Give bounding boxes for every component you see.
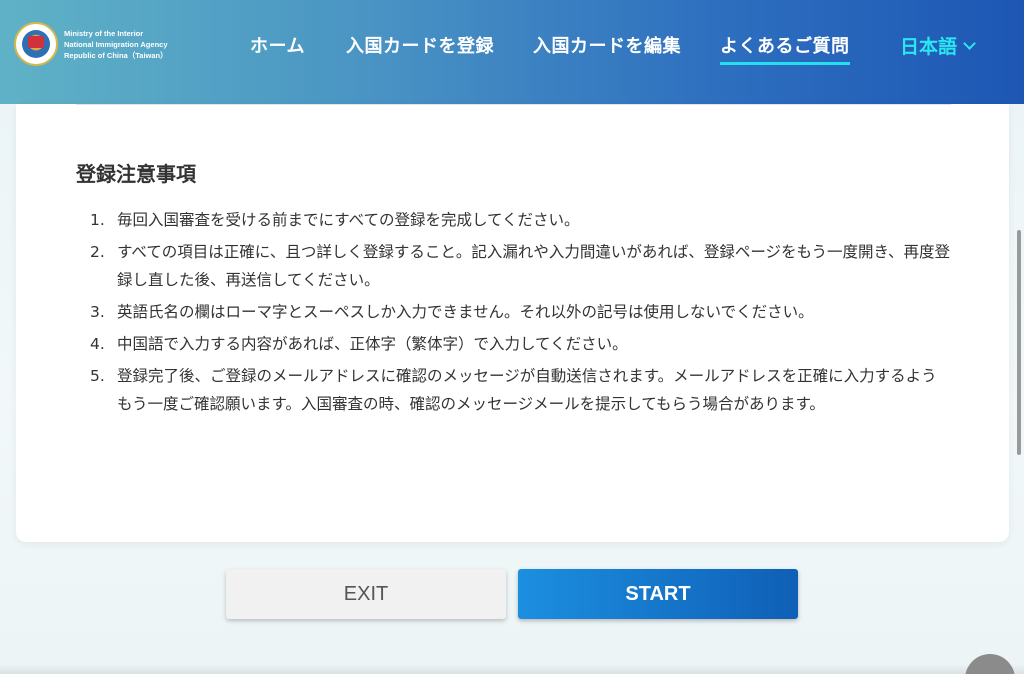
language-label: 日本語 (900, 36, 958, 58)
list-item: 2. すべての項目は正確に、且つ詳しく登録すること。記入漏れや入力間違いがあれば、… (90, 238, 950, 294)
notice-list: 1. 毎回入国審査を受ける前までにすべての登録を完成してください。 2. すべての項… (90, 206, 950, 422)
list-number: 2. (90, 243, 105, 261)
list-text: 中国語で入力する内容があれば、正体字（繁体字）で入力してください。 (117, 335, 628, 353)
nav-faq[interactable]: よくあるご質問 (720, 32, 850, 65)
list-item: 3. 英語氏名の欄はローマ字とスーペスしか入力できません。それ以外の記号は使用しな… (90, 298, 950, 326)
bottom-shadow (0, 664, 1024, 674)
list-number: 3. (90, 303, 105, 321)
notice-title: 登録注意事項 (76, 162, 196, 186)
list-number: 1. (90, 211, 105, 229)
divider (76, 104, 951, 105)
scroll-top-button[interactable] (965, 654, 1015, 674)
notice-card: 登録注意事項 1. 毎回入国審査を受ける前までにすべての登録を完成してください。 … (16, 104, 1009, 542)
list-item: 1. 毎回入国審査を受ける前までにすべての登録を完成してください。 (90, 206, 950, 234)
nav-edit-card[interactable]: 入国カードを編集 (533, 32, 681, 58)
exit-button[interactable]: EXIT (226, 569, 506, 619)
header: Ministry of the Interior National Immigr… (0, 0, 1024, 104)
nav-register-card[interactable]: 入国カードを登録 (346, 32, 494, 58)
list-text: すべての項目は正確に、且つ詳しく登録すること。記入漏れや入力間違いがあれば、登録… (117, 243, 950, 289)
list-text: 登録完了後、ご登録のメールアドレスに確認のメッセージが自動送信されます。メールア… (117, 367, 937, 413)
list-number: 4. (90, 335, 105, 353)
language-selector[interactable]: 日本語 (900, 32, 976, 59)
chevron-down-icon (963, 36, 976, 50)
list-text: 英語氏名の欄はローマ字とスーペスしか入力できません。それ以外の記号は使用しないで… (117, 303, 814, 321)
list-text: 毎回入国審査を受ける前までにすべての登録を完成してください。 (117, 211, 580, 229)
start-button[interactable]: START (518, 569, 798, 619)
nav-home[interactable]: ホーム (250, 32, 305, 58)
main-nav: ホーム 入国カードを登録 入国カードを編集 よくあるご質問 日本語 (0, 0, 1024, 90)
list-number: 5. (90, 367, 105, 385)
list-item: 4. 中国語で入力する内容があれば、正体字（繁体字）で入力してください。 (90, 330, 950, 358)
scrollbar[interactable] (1017, 230, 1021, 455)
list-item: 5. 登録完了後、ご登録のメールアドレスに確認のメッセージが自動送信されます。メー… (90, 362, 950, 418)
